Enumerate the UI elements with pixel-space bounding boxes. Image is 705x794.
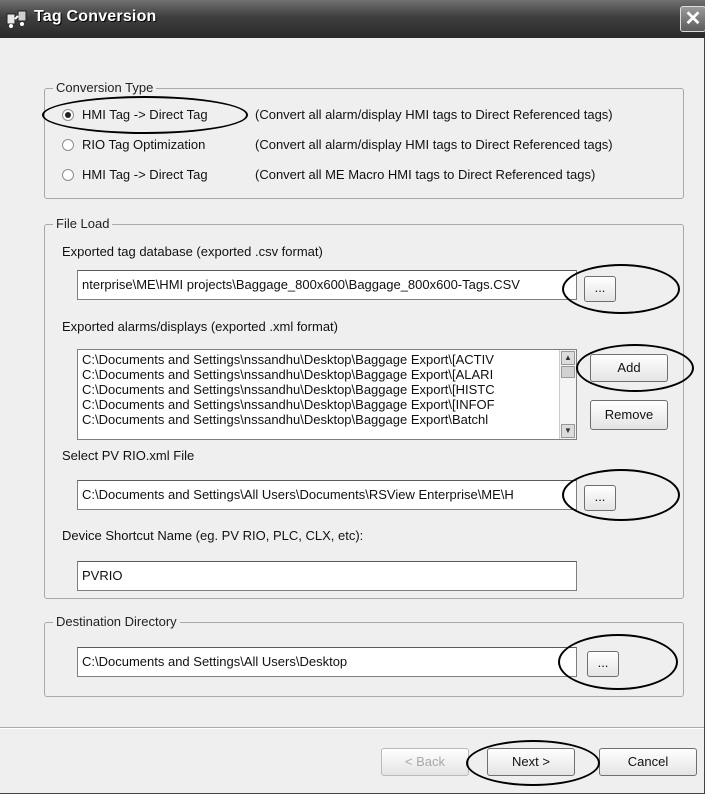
remove-button[interactable]: Remove: [590, 400, 668, 430]
radio-hmi-to-direct-macro[interactable]: HMI Tag -> Direct Tag (Convert all ME Ma…: [62, 167, 682, 185]
conversion-type-legend: Conversion Type: [53, 80, 157, 95]
radio-hmi-to-direct-alarm[interactable]: HMI Tag -> Direct Tag (Convert all alarm…: [62, 107, 682, 125]
next-button[interactable]: Next >: [487, 748, 575, 776]
cancel-button[interactable]: Cancel: [599, 748, 697, 776]
radio-description: (Convert all ME Macro HMI tags to Direct…: [255, 167, 596, 182]
radio-rio-tag-optimization[interactable]: RIO Tag Optimization (Convert all alarm/…: [62, 137, 682, 155]
scroll-up-icon[interactable]: ▲: [561, 351, 575, 365]
list-scrollbar[interactable]: ▲ ▼: [559, 350, 576, 439]
radio-label: HMI Tag -> Direct Tag: [82, 107, 208, 122]
radio-label: RIO Tag Optimization: [82, 137, 206, 152]
pv-rio-file-field[interactable]: C:\Documents and Settings\All Users\Docu…: [77, 480, 577, 510]
radio-description: (Convert all alarm/display HMI tags to D…: [255, 107, 613, 122]
pv-rio-browse-button[interactable]: ...: [584, 485, 616, 511]
device-shortcut-field[interactable]: PVRIO: [77, 561, 577, 591]
alarms-displays-list[interactable]: C:\Documents and Settings\nssandhu\Deskt…: [77, 349, 577, 440]
file-load-legend: File Load: [53, 216, 113, 231]
destination-directory-legend: Destination Directory: [53, 614, 180, 629]
tag-database-field[interactable]: nterprise\ME\HMI projects\Baggage_800x60…: [77, 270, 577, 300]
destination-browse-button[interactable]: ...: [587, 651, 619, 677]
app-icon: [6, 10, 27, 28]
add-button[interactable]: Add: [590, 354, 668, 382]
close-button[interactable]: ✕: [680, 6, 705, 32]
close-icon: ✕: [684, 8, 702, 30]
radio-button[interactable]: [62, 139, 74, 151]
back-button[interactable]: < Back: [381, 748, 469, 776]
footer-separator: [0, 727, 704, 729]
dialog-title: Tag Conversion: [34, 8, 157, 25]
title-bar[interactable]: Tag Conversion ✕: [0, 0, 705, 38]
tag-database-browse-button[interactable]: ...: [584, 276, 616, 302]
radio-button[interactable]: [62, 169, 74, 181]
list-item[interactable]: C:\Documents and Settings\nssandhu\Deskt…: [78, 367, 576, 382]
destination-directory-field[interactable]: C:\Documents and Settings\All Users\Desk…: [77, 647, 577, 677]
scroll-thumb[interactable]: [561, 366, 575, 378]
tag-database-label: Exported tag database (exported .csv for…: [62, 244, 323, 259]
alarms-displays-label: Exported alarms/displays (exported .xml …: [62, 319, 338, 334]
list-item[interactable]: C:\Documents and Settings\nssandhu\Deskt…: [78, 397, 576, 412]
pv-rio-label: Select PV RIO.xml File: [62, 448, 195, 463]
list-item[interactable]: C:\Documents and Settings\nssandhu\Deskt…: [78, 382, 576, 397]
list-item[interactable]: C:\Documents and Settings\nssandhu\Deskt…: [78, 412, 576, 427]
scroll-down-icon[interactable]: ▼: [561, 424, 575, 438]
list-item[interactable]: C:\Documents and Settings\nssandhu\Deskt…: [78, 352, 576, 367]
device-shortcut-label: Device Shortcut Name (eg. PV RIO, PLC, C…: [62, 528, 364, 543]
tag-conversion-dialog: Tag Conversion ✕ Conversion Type HMI Tag…: [0, 0, 705, 794]
radio-label: HMI Tag -> Direct Tag: [82, 167, 208, 182]
radio-description: (Convert all alarm/display HMI tags to D…: [255, 137, 613, 152]
radio-button-checked[interactable]: [62, 109, 74, 121]
